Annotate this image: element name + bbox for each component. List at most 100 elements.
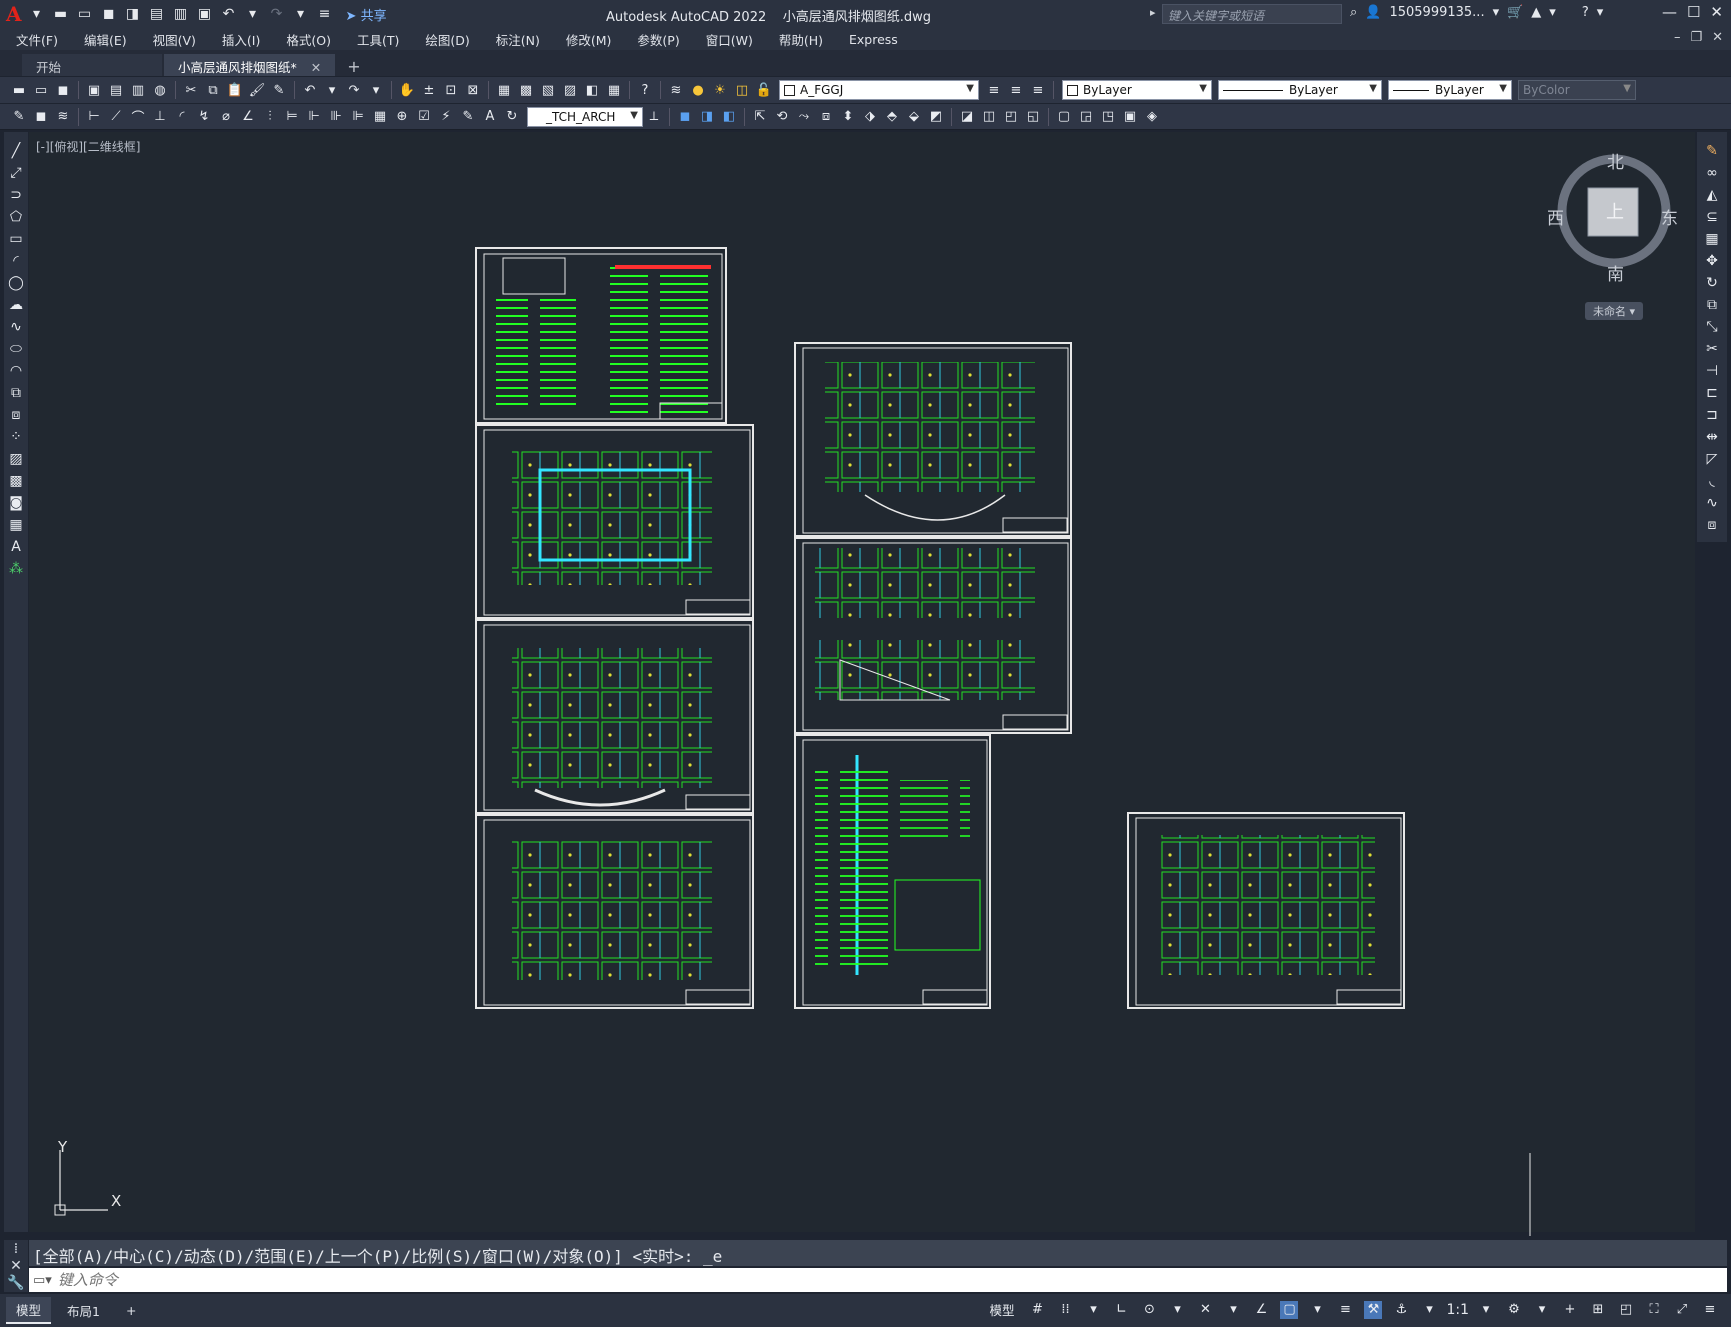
- extend-icon[interactable]: ⊣: [1703, 362, 1721, 380]
- doc-restore-icon[interactable]: ❐: [1690, 30, 1702, 45]
- autocad-logo-icon[interactable]: A: [6, 2, 22, 26]
- snap-dropdown-icon[interactable]: ▾: [1084, 1301, 1102, 1319]
- polar-tracking-icon[interactable]: ⊙: [1140, 1301, 1158, 1319]
- undo-icon[interactable]: ↶: [218, 3, 240, 25]
- recent-commands-icon[interactable]: ▭▾: [33, 1273, 52, 1288]
- lineweight-dropdown[interactable]: ByLayer ▼: [1388, 80, 1512, 100]
- annotation-scale-dropdown-icon[interactable]: ▾: [1420, 1301, 1438, 1319]
- break-icon[interactable]: ⊐: [1703, 406, 1721, 424]
- workspace-dropdown-icon[interactable]: ▾: [1533, 1301, 1551, 1319]
- grid-icon[interactable]: #: [1028, 1301, 1046, 1319]
- snap-icon[interactable]: ⁞⁞: [1056, 1301, 1074, 1319]
- move-icon[interactable]: ✥: [1703, 252, 1721, 270]
- array-icon[interactable]: ▦: [1703, 230, 1721, 248]
- thicken-icon[interactable]: ⬘: [883, 108, 901, 126]
- close-command-line-icon[interactable]: ✕: [10, 1258, 22, 1274]
- publish-icon[interactable]: ▥: [129, 81, 147, 99]
- ellipse-icon[interactable]: ⬭: [7, 340, 25, 358]
- separate-icon[interactable]: ◲: [1077, 108, 1095, 126]
- gradient-icon[interactable]: ▩: [7, 472, 25, 490]
- add-selected-icon[interactable]: ⁂: [7, 560, 25, 578]
- ortho-icon[interactable]: ∟: [1112, 1301, 1130, 1319]
- isometric-dropdown-icon[interactable]: ▾: [1224, 1301, 1242, 1319]
- help-icon[interactable]: ?: [1582, 5, 1589, 20]
- hatch-icon[interactable]: ▨: [7, 450, 25, 468]
- tab-drawing[interactable]: 小高层通风排烟图纸* ✕: [164, 54, 336, 76]
- offset-icon[interactable]: ⊆: [1703, 208, 1721, 226]
- baseline-dimension-icon[interactable]: ⊨: [283, 108, 301, 126]
- table-icon[interactable]: ▦: [7, 516, 25, 534]
- color-dropdown[interactable]: ByLayer ▼: [1062, 80, 1212, 100]
- tab-model[interactable]: 模型: [6, 1297, 52, 1324]
- redo-icon[interactable]: ↷: [266, 3, 288, 25]
- account-dropdown-icon[interactable]: ▾: [1549, 5, 1556, 20]
- menu-view[interactable]: 视图(V): [153, 30, 196, 49]
- workspace-gear-icon[interactable]: ⚙: [1505, 1301, 1523, 1319]
- region-icon[interactable]: ◙: [7, 494, 25, 512]
- autodesk-account-icon[interactable]: ▲: [1531, 5, 1541, 20]
- model-space-button[interactable]: 模型: [989, 1300, 1014, 1319]
- cart-icon[interactable]: 🛒: [1507, 5, 1523, 20]
- menu-parametric[interactable]: 参数(P): [637, 30, 679, 49]
- drag-handle-icon[interactable]: ⁞: [14, 1241, 18, 1257]
- sheet-set-icon[interactable]: ▨: [561, 81, 579, 99]
- linetype-dropdown[interactable]: ByLayer ▼: [1218, 80, 1382, 100]
- user-dropdown-icon[interactable]: ▾: [1493, 5, 1500, 20]
- revision-cloud-icon[interactable]: ☁: [7, 296, 25, 314]
- viewcube[interactable]: 北 南 东 西 上: [1547, 152, 1678, 285]
- pan-icon[interactable]: ✋: [398, 81, 416, 99]
- compass-east[interactable]: 东: [1661, 204, 1678, 229]
- clean-icon[interactable]: ◳: [1099, 108, 1117, 126]
- plot-icon[interactable]: ▣: [85, 81, 103, 99]
- open-from-web-icon[interactable]: ▤: [146, 3, 168, 25]
- add-icon[interactable]: +: [1561, 1301, 1579, 1319]
- dimension-break-icon[interactable]: ⊫: [349, 108, 367, 126]
- quick-dimension-icon[interactable]: ⫶: [261, 108, 279, 126]
- clean-screen-icon[interactable]: ⤢: [1673, 1301, 1691, 1319]
- copy-icon[interactable]: ⧉: [204, 81, 222, 99]
- line-icon[interactable]: ╱: [7, 142, 25, 160]
- scale-dropdown-icon[interactable]: ▾: [1477, 1301, 1495, 1319]
- blend-curves-icon[interactable]: ∿: [1703, 494, 1721, 512]
- angular-dimension-icon[interactable]: ∠: [239, 108, 257, 126]
- cut-icon[interactable]: ✂: [182, 81, 200, 99]
- tolerance-icon[interactable]: ▦: [371, 108, 389, 126]
- zoom-realtime-icon[interactable]: ±: [420, 81, 438, 99]
- multiline-text-icon[interactable]: A: [7, 538, 25, 556]
- dimension-edit-icon[interactable]: ✎: [459, 108, 477, 126]
- plot-icon[interactable]: ▣: [194, 3, 216, 25]
- scale-icon[interactable]: ⧉: [1703, 296, 1721, 314]
- hardware-acceleration-icon[interactable]: ⛶: [1645, 1301, 1663, 1319]
- jogged-dimension-icon[interactable]: ↯: [195, 108, 213, 126]
- save-icon[interactable]: ◼: [98, 3, 120, 25]
- menu-dimension[interactable]: 标注(N): [496, 30, 540, 49]
- layer-thaw-icon[interactable]: ☀: [711, 81, 729, 99]
- menu-window[interactable]: 窗口(W): [706, 30, 753, 49]
- drawing-canvas[interactable]: [29, 132, 1695, 1232]
- dimension-style-icon[interactable]: ⟂: [645, 108, 663, 126]
- quick-properties-icon[interactable]: ◰: [1617, 1301, 1635, 1319]
- erase-icon[interactable]: ✎: [1703, 142, 1721, 160]
- menu-edit[interactable]: 编辑(E): [84, 30, 127, 49]
- interfere-icon[interactable]: ⬙: [905, 108, 923, 126]
- save-to-web-icon[interactable]: ▥: [170, 3, 192, 25]
- circle-icon[interactable]: ◯: [7, 274, 25, 292]
- menu-help[interactable]: 帮助(H): [779, 30, 823, 49]
- markup-icon[interactable]: ◧: [583, 81, 601, 99]
- polyline-icon[interactable]: ⊃: [7, 186, 25, 204]
- viewcube-top-face[interactable]: 上: [1606, 198, 1624, 224]
- chamfer-icon[interactable]: ◸: [1703, 450, 1721, 468]
- union-icon[interactable]: ◨: [698, 108, 716, 126]
- new-tab-icon[interactable]: +: [337, 57, 370, 76]
- properties-icon[interactable]: ▦: [495, 81, 513, 99]
- object-snap-dropdown-icon[interactable]: ▾: [1308, 1301, 1326, 1319]
- subtract-icon[interactable]: ◧: [720, 108, 738, 126]
- qnew-icon[interactable]: ▬: [10, 81, 28, 99]
- compass-south[interactable]: 南: [1607, 260, 1624, 285]
- doc-close-icon[interactable]: ✕: [1712, 30, 1723, 45]
- explode-icon[interactable]: ⧈: [1703, 516, 1721, 534]
- arc-length-icon[interactable]: ⌒: [129, 108, 147, 126]
- layer-dropdown[interactable]: A_FGGJ ▼: [779, 80, 979, 100]
- copy-icon[interactable]: ∞: [1703, 164, 1721, 182]
- layer-lock-icon[interactable]: 🔓: [755, 81, 773, 99]
